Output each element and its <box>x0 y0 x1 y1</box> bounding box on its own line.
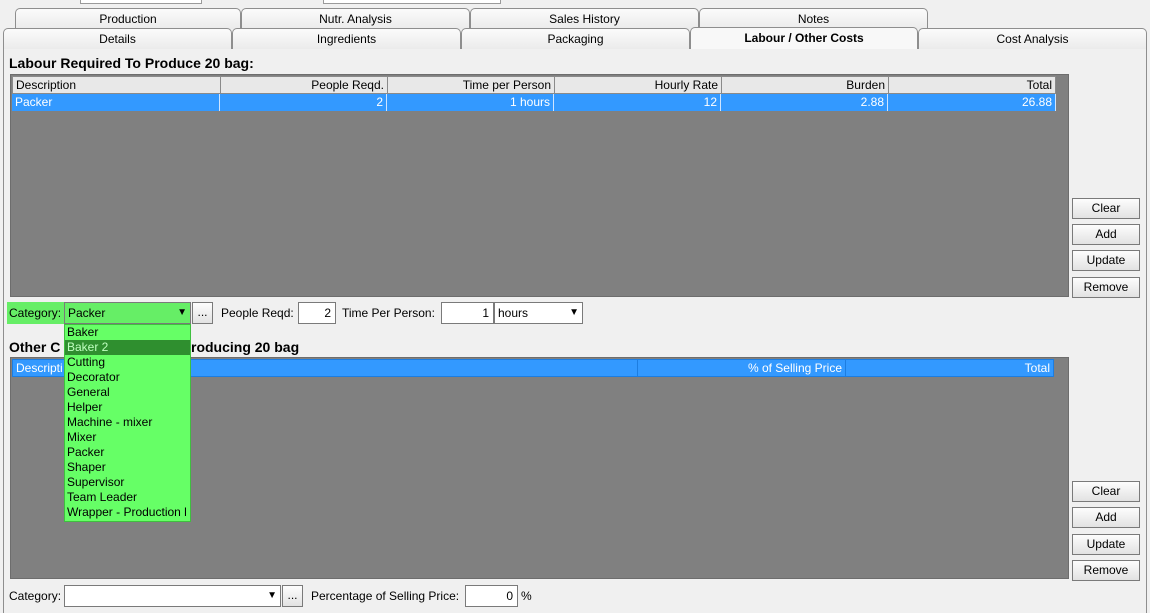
tab-labour-other-costs[interactable]: Labour / Other Costs <box>690 27 918 49</box>
cell-time-per-person: 1 hours <box>387 94 554 111</box>
col-time-per-person[interactable]: Time per Person <box>387 76 555 94</box>
tab-ingredients[interactable]: Ingredients <box>232 28 461 49</box>
col-people-reqd[interactable]: People Reqd. <box>220 76 388 94</box>
other-update-button[interactable]: Update <box>1072 534 1140 555</box>
labour-update-button[interactable]: Update <box>1072 250 1140 271</box>
table-row[interactable]: Packer 2 1 hours 12 2.88 26.88 <box>12 94 1056 111</box>
other-section-title-left: Other C <box>9 339 61 355</box>
cell-description: Packer <box>12 94 220 111</box>
time-per-person-input[interactable]: 1 <box>441 302 494 324</box>
tab-sales-history[interactable]: Sales History <box>470 8 699 29</box>
dropdown-option[interactable]: General <box>65 385 190 400</box>
top-field-stub <box>80 0 202 4</box>
category-value: Packer <box>68 306 106 320</box>
col-description[interactable]: Description <box>12 76 221 94</box>
other-category-browse-button[interactable]: ... <box>282 585 303 607</box>
tab-packaging[interactable]: Packaging <box>461 28 690 49</box>
labour-add-button[interactable]: Add <box>1072 224 1140 245</box>
dropdown-option[interactable]: Baker <box>65 325 190 340</box>
time-unit-select[interactable]: hours ▼ <box>494 302 583 324</box>
percentage-label: Percentage of Selling Price: <box>311 589 460 603</box>
col-percent-selling-price[interactable]: % of Selling Price <box>637 359 846 377</box>
dropdown-option[interactable]: Wrapper - Production l <box>65 505 190 520</box>
dropdown-option[interactable]: Decorator <box>65 370 190 385</box>
dropdown-option[interactable]: Cutting <box>65 355 190 370</box>
labour-category-select[interactable]: Packer ▼ <box>64 302 191 324</box>
other-category-select[interactable]: ▼ <box>64 585 281 607</box>
dropdown-option[interactable]: Helper <box>65 400 190 415</box>
tab-production[interactable]: Production <box>15 8 241 29</box>
dropdown-option[interactable]: Baker 2 <box>65 340 190 355</box>
tab-cost-analysis[interactable]: Cost Analysis <box>918 28 1147 49</box>
dropdown-option[interactable]: Machine - mixer <box>65 415 190 430</box>
cell-total: 26.88 <box>888 94 1056 111</box>
time-unit-value: hours <box>498 306 529 320</box>
percent-sign: % <box>521 589 532 603</box>
labour-category-browse-button[interactable]: ... <box>192 302 213 324</box>
chevron-down-icon: ▼ <box>569 307 579 318</box>
labour-clear-button[interactable]: Clear <box>1072 198 1140 219</box>
tab-details[interactable]: Details <box>3 28 232 49</box>
dropdown-option[interactable]: Shaper <box>65 460 190 475</box>
col-hourly-rate[interactable]: Hourly Rate <box>554 76 722 94</box>
percentage-input[interactable]: 0 <box>465 585 518 607</box>
col-burden[interactable]: Burden <box>721 76 889 94</box>
other-category-label: Category: <box>9 589 62 603</box>
cell-people-reqd: 2 <box>220 94 387 111</box>
category-dropdown-list[interactable]: Baker Baker 2 Cutting Decorator General Helpe… <box>64 324 191 522</box>
other-add-button[interactable]: Add <box>1072 507 1140 528</box>
col-total[interactable]: Total <box>888 76 1056 94</box>
chevron-down-icon: ▼ <box>177 307 187 318</box>
other-section-title-right: roducing 20 bag <box>191 339 300 355</box>
dropdown-option[interactable]: Mixer <box>65 430 190 445</box>
top-field-stub <box>323 0 501 4</box>
tab-notes[interactable]: Notes <box>699 8 928 29</box>
other-remove-button[interactable]: Remove <box>1072 560 1140 581</box>
labour-table[interactable]: Description People Reqd. Time per Person… <box>10 74 1069 297</box>
time-per-person-label: Time Per Person: <box>342 306 435 320</box>
category-label: Category: <box>9 306 62 320</box>
labour-remove-button[interactable]: Remove <box>1072 277 1140 298</box>
cell-hourly-rate: 12 <box>554 94 721 111</box>
people-reqd-input[interactable]: 2 <box>298 302 336 324</box>
dropdown-option[interactable]: Supervisor <box>65 475 190 490</box>
dropdown-option[interactable]: Team Leader <box>65 490 190 505</box>
cell-burden: 2.88 <box>721 94 888 111</box>
labour-section-title: Labour Required To Produce 20 bag: <box>9 55 254 71</box>
dropdown-option[interactable]: Packer <box>65 445 190 460</box>
chevron-down-icon: ▼ <box>267 590 277 601</box>
tab-nutr-analysis[interactable]: Nutr. Analysis <box>241 8 470 29</box>
people-reqd-label: People Reqd: <box>221 306 294 320</box>
other-clear-button[interactable]: Clear <box>1072 481 1140 502</box>
col-other-total[interactable]: Total <box>845 359 1054 377</box>
